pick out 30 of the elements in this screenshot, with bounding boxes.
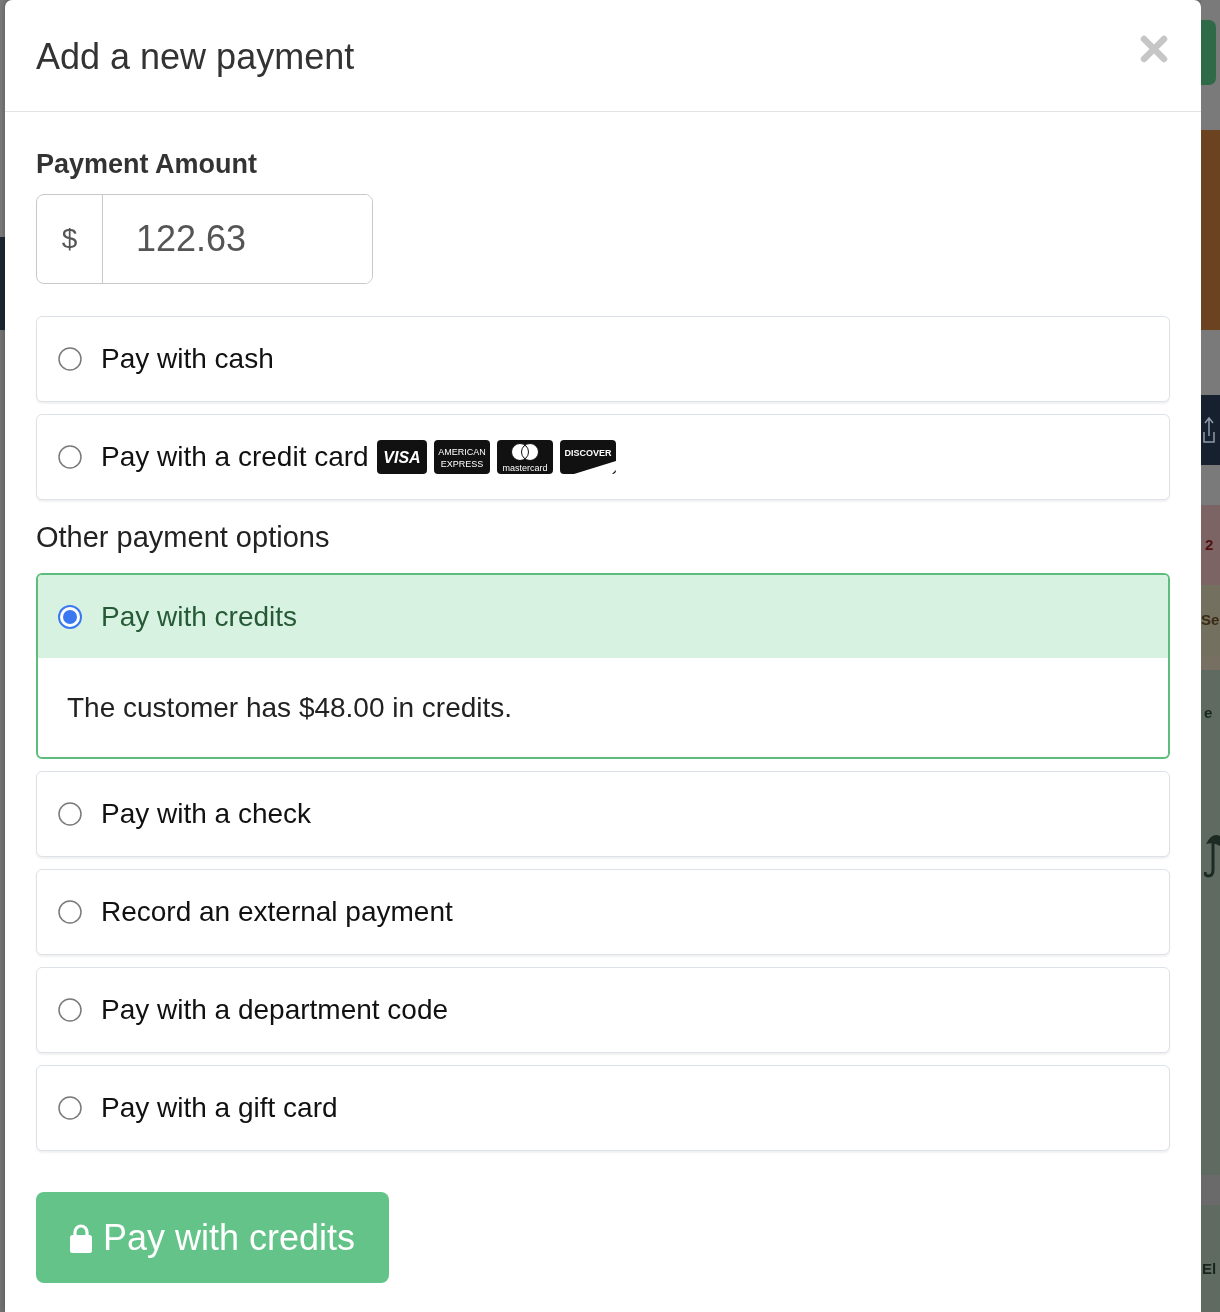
field-label: Payment Amount [36, 148, 258, 180]
upload-icon [1203, 416, 1215, 444]
background-text: El [1202, 1259, 1217, 1278]
card-logo: VISA [376, 440, 427, 474]
radio-button[interactable] [58, 802, 82, 826]
option-label[interactable]: Pay with a department code [101, 994, 449, 1026]
background-panel [1201, 20, 1216, 85]
lock-icon [69, 1222, 93, 1253]
card-logo: DISCOVER [559, 440, 616, 474]
background-text: e [1204, 703, 1213, 722]
background-text: Se [1201, 611, 1220, 629]
radio-button[interactable] [58, 445, 82, 469]
radio-button[interactable] [58, 900, 82, 924]
radio-button[interactable] [58, 1096, 82, 1120]
radio-button[interactable] [58, 604, 82, 629]
option-label[interactable]: Pay with cash [101, 343, 274, 375]
option-label[interactable]: Pay with a gift card [101, 1092, 338, 1124]
amount-input-group[interactable]: $ 122.63 [36, 194, 373, 284]
radio-button[interactable] [58, 347, 82, 371]
modal-title: Add a new payment [36, 35, 355, 78]
background-text: 2 [1205, 536, 1214, 554]
option-label[interactable]: Pay with a credit card [101, 441, 369, 473]
credit-balance-text: The customer has $48.00 in credits. [67, 691, 513, 724]
option-label[interactable]: Record an external payment [101, 896, 453, 928]
card-logo: mastercard [496, 440, 553, 474]
radio-button[interactable] [58, 998, 82, 1022]
card-logo: AMERICAN EXPRESS [433, 440, 490, 474]
option-label[interactable]: Pay with credits [101, 600, 298, 633]
option-label[interactable]: Pay with a check [101, 798, 312, 830]
section-heading: Other payment options [36, 520, 330, 555]
